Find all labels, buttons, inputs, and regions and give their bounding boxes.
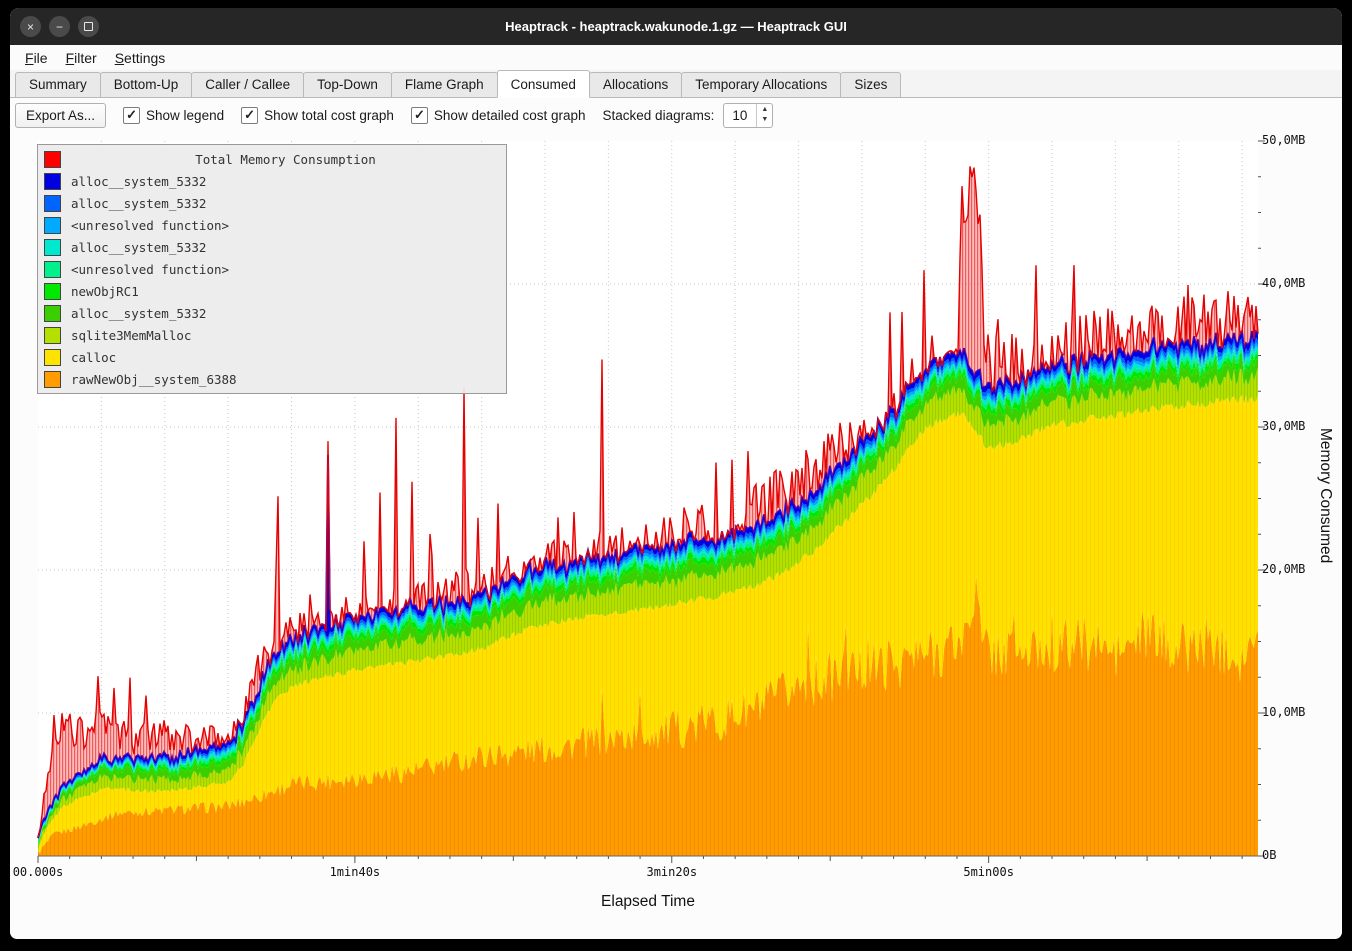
checkbox-box: ✓ — [123, 107, 140, 124]
stacked-diagrams-label: Stacked diagrams: — [603, 108, 715, 123]
tab-caller-callee[interactable]: Caller / Callee — [191, 72, 304, 98]
tab-sizes[interactable]: Sizes — [840, 72, 901, 98]
menu-bar: FileFilterSettings — [10, 45, 1342, 70]
legend-swatch — [44, 305, 61, 322]
legend-swatch — [44, 371, 61, 388]
y-axis-tick-label: 10,0MB — [1262, 705, 1322, 719]
legend-title: Total Memory Consumption — [71, 152, 500, 167]
legend-item: <unresolved function> — [38, 258, 506, 280]
titlebar: × − Heaptrack - heaptrack.wakunode.1.gz … — [10, 8, 1342, 45]
menu-item-file[interactable]: File — [16, 48, 57, 68]
legend-item-label: alloc__system_5332 — [71, 240, 206, 255]
x-axis-tick-label: 3min20s — [632, 865, 712, 879]
x-axis-title: Elapsed Time — [38, 893, 1258, 911]
close-button[interactable]: × — [20, 16, 41, 37]
checkbox-box: ✓ — [241, 107, 258, 124]
spin-down-button[interactable]: ▼ — [757, 115, 772, 125]
legend-item-label: <unresolved function> — [71, 262, 229, 277]
checkbox-label: Show detailed cost graph — [434, 108, 586, 123]
y-axis-tick-label: 20,0MB — [1262, 562, 1322, 576]
legend-item-label: alloc__system_5332 — [71, 174, 206, 189]
minimize-button[interactable]: − — [49, 16, 70, 37]
window-title: Heaptrack - heaptrack.wakunode.1.gz — He… — [10, 19, 1342, 34]
spin-buttons: ▲ ▼ — [756, 104, 772, 127]
menu-item-settings[interactable]: Settings — [106, 48, 175, 68]
tab-summary[interactable]: Summary — [15, 72, 101, 98]
minimize-icon: − — [56, 21, 63, 33]
legend-item: alloc__system_5332 — [38, 170, 506, 192]
legend-item: alloc__system_5332 — [38, 192, 506, 214]
legend-swatch — [44, 239, 61, 256]
checkbox-show-detailed-cost-graph[interactable]: ✓ Show detailed cost graph — [411, 107, 586, 124]
legend-item-label: newObjRC1 — [71, 284, 139, 299]
legend-item-label: sqlite3MemMalloc — [71, 328, 191, 343]
stacked-diagrams-value: 10 — [724, 108, 756, 123]
legend-item: alloc__system_5332 — [38, 236, 506, 258]
tab-temporary-allocations[interactable]: Temporary Allocations — [681, 72, 841, 98]
close-icon: × — [27, 21, 34, 33]
checkbox-box: ✓ — [411, 107, 428, 124]
chart-area: Memory Consumed Elapsed Time Total Memor… — [10, 131, 1342, 939]
legend-item-label: alloc__system_5332 — [71, 306, 206, 321]
stacked-diagrams-spinbox[interactable]: 10 ▲ ▼ — [723, 103, 773, 128]
chart-legend: Total Memory Consumption alloc__system_5… — [37, 144, 507, 394]
legend-swatch — [44, 217, 61, 234]
legend-item: alloc__system_5332 — [38, 302, 506, 324]
x-axis-tick-label: 1min40s — [315, 865, 395, 879]
checkbox-label: Show total cost graph — [264, 108, 394, 123]
tab-consumed[interactable]: Consumed — [497, 70, 590, 98]
checkbox-label: Show legend — [146, 108, 224, 123]
app-window: × − Heaptrack - heaptrack.wakunode.1.gz … — [10, 8, 1342, 939]
legend-item-label: calloc — [71, 350, 116, 365]
maximize-icon — [84, 22, 93, 31]
y-axis-tick-label: 40,0MB — [1262, 276, 1322, 290]
legend-swatch — [44, 283, 61, 300]
toolbar: Export As... ✓ Show legend ✓ Show total cos… — [10, 98, 1342, 132]
legend-item: calloc — [38, 346, 506, 368]
y-axis-tick-label: 30,0MB — [1262, 419, 1322, 433]
checkbox-show-total-cost-graph[interactable]: ✓ Show total cost graph — [241, 107, 394, 124]
x-axis-tick-label: 5min00s — [949, 865, 1029, 879]
tab-top-down[interactable]: Top-Down — [303, 72, 392, 98]
legend-swatch — [44, 195, 61, 212]
tab-bottom-up[interactable]: Bottom-Up — [100, 72, 193, 98]
legend-swatch — [44, 349, 61, 366]
window-controls: × − — [20, 16, 99, 37]
legend-item: <unresolved function> — [38, 214, 506, 236]
spin-up-button[interactable]: ▲ — [757, 105, 772, 115]
legend-swatch — [44, 327, 61, 344]
legend-swatch — [44, 261, 61, 278]
legend-item-label: alloc__system_5332 — [71, 196, 206, 211]
y-axis-title: Memory Consumed — [1316, 428, 1334, 563]
legend-item: rawNewObj__system_6388 — [38, 368, 506, 390]
y-axis-tick-label: 50,0MB — [1262, 133, 1322, 147]
legend-title-row: Total Memory Consumption — [38, 148, 506, 170]
tab-bar: SummaryBottom-UpCaller / CalleeTop-DownF… — [10, 70, 1342, 98]
tab-allocations[interactable]: Allocations — [589, 72, 682, 98]
legend-item: newObjRC1 — [38, 280, 506, 302]
checkbox-show-legend[interactable]: ✓ Show legend — [123, 107, 224, 124]
x-axis-tick-label: 00.000s — [10, 865, 78, 879]
legend-item-label: <unresolved function> — [71, 218, 229, 233]
tab-flame-graph[interactable]: Flame Graph — [391, 72, 498, 98]
legend-item: sqlite3MemMalloc — [38, 324, 506, 346]
export-as-button[interactable]: Export As... — [15, 103, 106, 128]
menu-item-filter[interactable]: Filter — [57, 48, 106, 68]
legend-swatch — [44, 151, 61, 168]
legend-swatch — [44, 173, 61, 190]
y-axis-tick-label: 0B — [1262, 848, 1322, 862]
legend-item-label: rawNewObj__system_6388 — [71, 372, 237, 387]
maximize-button[interactable] — [78, 16, 99, 37]
